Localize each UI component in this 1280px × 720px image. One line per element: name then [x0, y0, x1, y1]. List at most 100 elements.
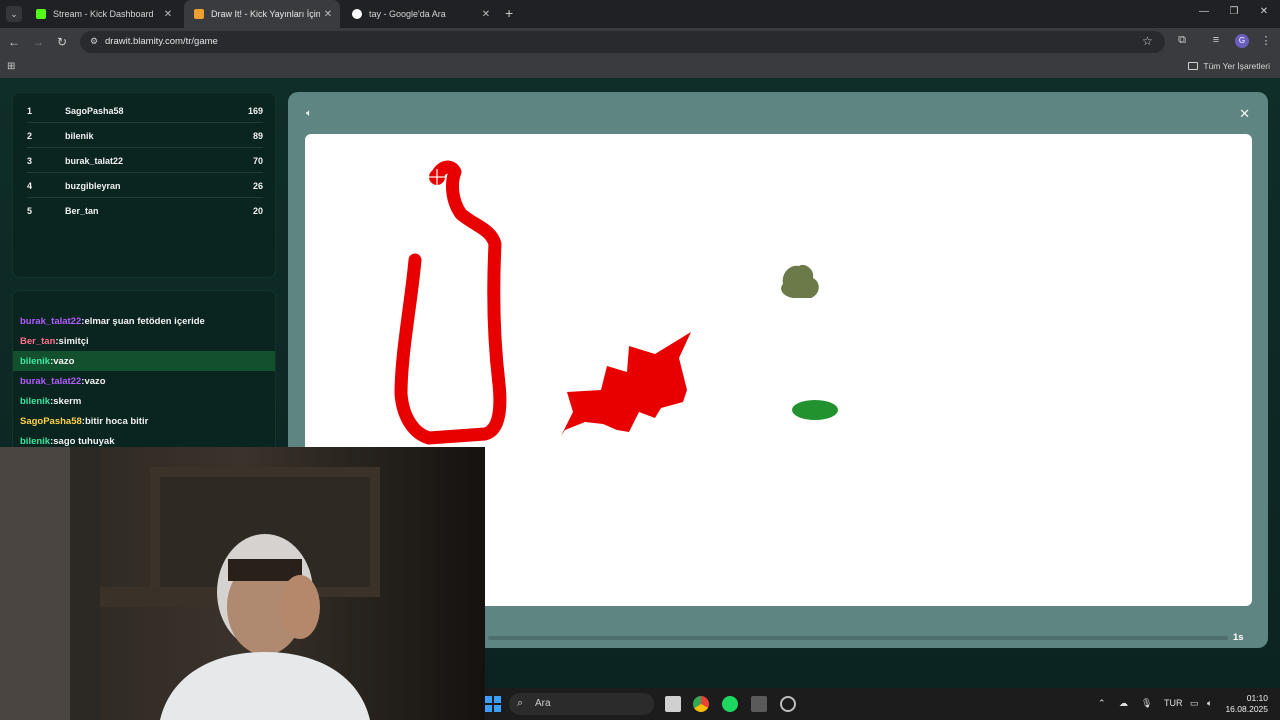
system-clock[interactable]: 01:10 16.08.2025 — [1225, 693, 1268, 715]
window-close-icon[interactable]: ✕ — [1254, 6, 1274, 17]
sound-icon[interactable]: 🔈︎ — [306, 108, 312, 119]
file-explorer-icon[interactable] — [665, 696, 681, 712]
leaderboard-row: 5 Ber_tan 20 — [27, 198, 263, 223]
chat-username: bilenik — [20, 436, 51, 447]
tab-title: tay - Google'da Ara — [369, 9, 446, 19]
chat-text: vazo — [53, 356, 75, 367]
taskbar-search[interactable]: ⌕ Ara — [509, 693, 654, 715]
store-icon[interactable] — [751, 696, 767, 712]
timer-progress-bar — [488, 636, 1228, 640]
media-control-icon[interactable]: ≡ — [1208, 34, 1224, 46]
chat-text: vazo — [84, 376, 106, 387]
player-name: bilenik — [65, 131, 94, 141]
close-icon[interactable]: ✕ — [478, 9, 494, 20]
leaderboard-row: 1 SagoPasha58 169 — [27, 98, 263, 123]
tray-chevron-icon[interactable]: ⌃ — [1098, 698, 1106, 709]
chat-username: burak_talat22 — [20, 376, 82, 387]
player-name: Ber_tan — [65, 206, 99, 216]
webcam-feed-image — [0, 447, 485, 720]
all-bookmarks-label: Tüm Yer İşaretleri — [1203, 61, 1270, 71]
url-text: drawit.blamity.com/tr/game — [105, 36, 218, 47]
drawit-favicon-icon — [194, 9, 204, 19]
tab-kick-dashboard[interactable]: Stream - Kick Dashboard ✕ — [26, 0, 180, 28]
restore-icon[interactable]: ❐ — [1224, 6, 1244, 17]
new-tab-icon[interactable]: + — [505, 5, 513, 21]
leaderboard-row: 4 buzgibleyran 26 — [27, 173, 263, 198]
tab-draw-it[interactable]: Draw It! - Kick Yayınları İçin Çizim ✕ — [184, 0, 340, 28]
player-name: burak_talat22 — [65, 156, 124, 166]
address-bar[interactable]: ⚙ drawit.blamity.com/tr/game — [80, 31, 1165, 53]
chat-message-highlighted: bilenik:vazo — [13, 351, 275, 371]
apps-grid-icon[interactable]: ⊞ — [7, 61, 19, 73]
leaderboard: 1 SagoPasha58 169 2 bilenik 89 3 burak_t… — [12, 92, 276, 278]
site-info-icon[interactable]: ⚙ — [88, 36, 100, 48]
player-points: 89 — [252, 131, 263, 141]
chat-message: bilenik:sago tuhuyak — [20, 436, 115, 447]
tab-title: Stream - Kick Dashboard — [53, 9, 154, 19]
rank: 2 — [27, 131, 33, 141]
olive-blob — [781, 264, 819, 298]
leaderboard-row: 3 burak_talat22 70 — [27, 148, 263, 173]
player-points: 20 — [252, 206, 263, 216]
bookmark-star-icon[interactable]: ☆ — [1142, 34, 1153, 48]
clock-time: 01:10 — [1246, 693, 1268, 703]
microphone-icon[interactable]: 🎙︎ — [1141, 698, 1152, 709]
chat-text: elmar şuan fetöden içeride — [84, 316, 205, 327]
app-icon[interactable] — [780, 696, 796, 712]
tab-search-icon[interactable]: ⌄ — [6, 6, 22, 22]
minimize-icon[interactable]: — — [1194, 6, 1214, 17]
screen: ⌄ Stream - Kick Dashboard ✕ Draw It! - K… — [0, 0, 1280, 720]
leaderboard-row: 2 bilenik 89 — [27, 123, 263, 148]
chat-message: burak_talat22:vazo — [20, 376, 106, 387]
red-stroke — [394, 160, 507, 445]
player-points: 70 — [252, 156, 263, 166]
all-bookmarks-button[interactable]: Tüm Yer İşaretleri — [1188, 61, 1270, 71]
chat-username: SagoPasha58 — [20, 416, 82, 427]
chat-text: simitçi — [58, 336, 89, 347]
green-dash — [792, 400, 838, 420]
folder-icon — [1188, 62, 1199, 70]
rank: 4 — [27, 181, 33, 191]
chat-text: skerm — [53, 396, 82, 407]
profile-avatar[interactable]: G — [1235, 34, 1249, 48]
chat-text: bitir hoca bitir — [84, 416, 149, 427]
chat-text: sago tuhuyak — [53, 436, 115, 447]
bookmarks-bar: ⊞ Tüm Yer İşaretleri — [0, 56, 1280, 78]
chat-message: Ber_tan:simitçi — [20, 336, 89, 347]
tab-title: Draw It! - Kick Yayınları İçin Çizim — [211, 9, 320, 19]
chrome-icon[interactable] — [693, 696, 709, 712]
extensions-icon[interactable]: ⧉ — [1174, 34, 1190, 47]
chat-username: Ber_tan — [20, 336, 56, 347]
red-blob — [561, 332, 691, 436]
chat-message: bilenik:skerm — [20, 396, 82, 407]
reload-icon[interactable]: ↻ — [54, 34, 70, 50]
close-icon[interactable]: ✕ — [320, 9, 336, 20]
chat-username: bilenik — [20, 356, 51, 367]
close-icon[interactable]: ✕ — [1239, 106, 1250, 122]
google-favicon-icon — [352, 9, 362, 19]
rank: 3 — [27, 156, 33, 166]
player-points: 26 — [252, 181, 263, 191]
forward-arrow-icon[interactable]: → — [30, 34, 46, 50]
chat-message: burak_talat22:elmar şuan fetöden içeride — [20, 316, 205, 327]
player-name: SagoPasha58 — [65, 106, 124, 116]
windows-start-icon[interactable] — [485, 696, 501, 712]
webcam-overlay — [0, 447, 485, 720]
spotify-icon[interactable] — [722, 696, 738, 712]
browser-toolbar: ← → ↻ ⚙ drawit.blamity.com/tr/game ☆ ⧉ ≡… — [0, 28, 1280, 56]
timer-label: 1s — [1233, 632, 1244, 643]
onedrive-icon[interactable]: ☁ — [1119, 698, 1128, 709]
close-icon[interactable]: ✕ — [160, 9, 176, 20]
clock-date: 16.08.2025 — [1225, 704, 1268, 714]
rank: 1 — [27, 106, 33, 116]
menu-kebab-icon[interactable]: ⋮ — [1258, 34, 1274, 47]
volume-icon[interactable]: 🔈︎ — [1207, 698, 1212, 709]
tab-google-search[interactable]: tay - Google'da Ara ✕ — [342, 0, 498, 28]
search-icon: ⌕ — [517, 697, 524, 709]
back-arrow-icon[interactable]: ← — [6, 34, 22, 50]
player-points: 169 — [247, 106, 263, 116]
language-indicator[interactable]: TUR — [1164, 698, 1183, 708]
network-icon[interactable]: ▭ — [1190, 698, 1199, 709]
chat-panel: burak_talat22:elmar şuan fetöden içeride… — [12, 290, 276, 448]
rank: 5 — [27, 206, 33, 216]
